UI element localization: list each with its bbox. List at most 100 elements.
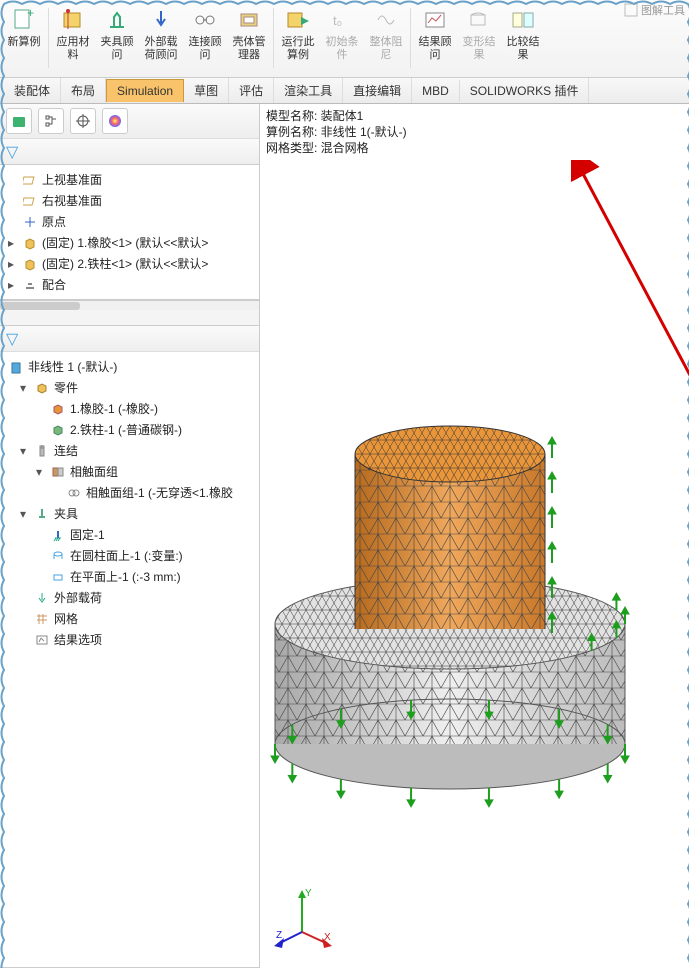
sim-root[interactable]: 非线性 1 (-默认-): [0, 356, 259, 377]
feature-item[interactable]: 上视基准面: [0, 169, 259, 190]
feature-manager-panel: ▽ 上视基准面右视基准面原点 ▸(固定) 1.橡胶<1> (默认<<默认>▸(固定…: [0, 104, 260, 968]
sim-item[interactable]: 在圆柱面上-1 (:变量:): [0, 545, 259, 566]
feature-label: 配合: [42, 276, 66, 293]
funnel-icon[interactable]: ▽: [6, 142, 18, 162]
sim-item[interactable]: 网格: [0, 608, 259, 629]
ribbon-label: 问: [112, 49, 123, 62]
ribbon-label: 荷顾问: [145, 49, 178, 62]
ribbon-label: 运行此: [282, 36, 315, 49]
compare-button[interactable]: 比较结果: [501, 4, 545, 64]
feature-item[interactable]: 原点: [0, 211, 259, 232]
fm-tab-tree-icon[interactable]: [38, 108, 64, 134]
tab-eval[interactable]: 评估: [229, 78, 274, 103]
tab-render[interactable]: 渲染工具: [274, 78, 343, 103]
main-area: ▽ 上视基准面右视基准面原点 ▸(固定) 1.橡胶<1> (默认<<默认>▸(固定…: [0, 104, 689, 968]
sim-label: 1.橡胶-1 (-橡胶-): [70, 400, 158, 417]
tab-assy[interactable]: 装配体: [4, 78, 61, 103]
applymat-button[interactable]: 应用材料: [51, 4, 95, 64]
contact-icon: [66, 485, 82, 501]
tab-swadd[interactable]: SOLIDWORKS 插件: [460, 78, 590, 103]
parts-icon: [34, 380, 50, 396]
feature-item[interactable]: ▸(固定) 1.橡胶<1> (默认<<默认>: [0, 232, 259, 253]
sim-item[interactable]: 在平面上-1 (:-3 mm:): [0, 566, 259, 587]
fm-tab-config-icon[interactable]: [70, 108, 96, 134]
feature-label: 原点: [42, 213, 66, 230]
extload-icon: [147, 6, 175, 34]
svg-text:Z: Z: [276, 930, 282, 941]
ribbon-label: 应用材: [57, 36, 90, 49]
graphics-viewport[interactable]: 模型名称: 装配体1 算例名称: 非线性 1(-默认-) 网格类型: 混合网格: [260, 104, 689, 968]
view-triad[interactable]: Y X Z: [272, 882, 342, 952]
ribbon-label: 新算例: [8, 36, 41, 49]
sim-item[interactable]: 2.铁柱-1 (-普通碳钢-): [0, 419, 259, 440]
feature-item[interactable]: ▸配合: [0, 274, 259, 295]
feature-label: 上视基准面: [42, 171, 102, 188]
feature-item[interactable]: 右视基准面: [0, 190, 259, 211]
shell-icon: [235, 6, 263, 34]
ribbon-label: 连接顾: [189, 36, 222, 49]
sim-item[interactable]: 1.橡胶-1 (-橡胶-): [0, 398, 259, 419]
commandmanager-tabs: 装配体布局Simulation草图评估渲染工具直接编辑MBDSOLIDWORKS…: [0, 78, 689, 104]
part-icon: [22, 256, 38, 272]
resadv-button[interactable]: 结果顾问: [413, 4, 457, 64]
sim-label: 在平面上-1 (:-3 mm:): [70, 568, 181, 585]
sim-label: 固定-1: [70, 526, 105, 543]
runstudy-button[interactable]: 运行此算例: [276, 4, 320, 64]
shellmgr-button[interactable]: 壳体管理器: [227, 4, 271, 64]
ribbon-label: 理器: [238, 49, 260, 62]
deform-icon: [465, 6, 493, 34]
doc-plus-icon: +: [10, 6, 38, 34]
sim-item[interactable]: 相触面组-1 (-无穿透<1.橡胶: [0, 482, 259, 503]
svg-text:Y: Y: [305, 888, 312, 899]
connect-icon: [191, 6, 219, 34]
tab-sim[interactable]: Simulation: [106, 79, 184, 102]
simulation-tree[interactable]: 非线性 1 (-默认-)▾零件 1.橡胶-1 (-橡胶-) 2.铁柱-1 (-普通碳…: [0, 352, 259, 968]
sim-item[interactable]: ▾夹具: [0, 503, 259, 524]
ribbon-label: 算例: [287, 49, 309, 62]
fm-tab-appearance-icon[interactable]: [102, 108, 128, 134]
sim-item[interactable]: 外部载荷: [0, 587, 259, 608]
connect-button[interactable]: 连接顾问: [183, 4, 227, 64]
scene-svg: [260, 104, 689, 968]
clamp-icon: [8, 359, 24, 375]
feature-tree-hscroll[interactable]: [0, 300, 259, 310]
svg-text:X: X: [324, 932, 331, 943]
sim-label: 网格: [54, 610, 78, 627]
sim-item[interactable]: ▾连结: [0, 440, 259, 461]
plane-icon: [22, 193, 38, 209]
tab-direct[interactable]: 直接编辑: [343, 78, 412, 103]
ribbon-label: 果: [474, 49, 485, 62]
resopt-icon: [34, 632, 50, 648]
funnel-icon[interactable]: ▽: [6, 329, 18, 349]
sim-item[interactable]: 固定-1: [0, 524, 259, 545]
extload-button[interactable]: 外部载荷顾问: [139, 4, 183, 64]
tab-mbd[interactable]: MBD: [412, 80, 460, 102]
ribbon-label: 果: [518, 49, 529, 62]
tab-sketch[interactable]: 草图: [184, 78, 229, 103]
load-icon: [34, 590, 50, 606]
ribbon-label: 初始条: [326, 36, 359, 49]
fm-tab-model-icon[interactable]: [6, 108, 32, 134]
fixture-button[interactable]: 夹具顾问: [95, 4, 139, 64]
tab-layout[interactable]: 布局: [61, 78, 106, 103]
contactset-icon: [50, 464, 66, 480]
onflat-icon: [50, 569, 66, 585]
tree-splitter[interactable]: [0, 310, 259, 326]
sim-label: 相触面组-1 (-无穿透<1.橡胶: [86, 484, 233, 501]
sim-item[interactable]: ▾相触面组: [0, 461, 259, 482]
fixture-icon: [103, 6, 131, 34]
damp-icon: [372, 6, 400, 34]
sim-item[interactable]: ▾零件: [0, 377, 259, 398]
feature-item[interactable]: ▸(固定) 2.铁柱<1> (默认<<默认>: [0, 253, 259, 274]
ribbon-label: 外部载: [145, 36, 178, 49]
sim-item[interactable]: 结果选项: [0, 629, 259, 650]
newstudy-button[interactable]: + 新算例: [2, 4, 46, 51]
ribbon-label: 变形结: [463, 36, 496, 49]
feature-tree[interactable]: 上视基准面右视基准面原点 ▸(固定) 1.橡胶<1> (默认<<默认>▸(固定) …: [0, 165, 259, 300]
sim-label: 结果选项: [54, 631, 102, 648]
material-icon: [59, 6, 87, 34]
feature-label: (固定) 2.铁柱<1> (默认<<默认>: [42, 255, 208, 272]
body-o-icon: [50, 401, 66, 417]
compare-icon: [509, 6, 537, 34]
sim-label: 相触面组: [70, 463, 118, 480]
